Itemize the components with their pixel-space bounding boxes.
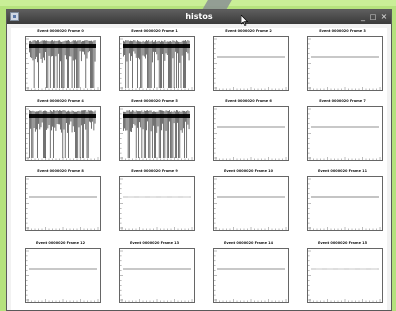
histogram-plot bbox=[308, 250, 381, 302]
histogram-panel[interactable]: Event 0000020 Frame 15 bbox=[297, 240, 388, 310]
histogram-frame bbox=[119, 106, 195, 161]
panel-title: Event 0000020 Frame 10 bbox=[223, 169, 274, 173]
panel-title: Event 0000020 Frame 0 bbox=[37, 29, 84, 33]
histogram-panel[interactable]: Event 0000020 Frame 13 bbox=[109, 240, 200, 310]
histogram-frame bbox=[25, 248, 101, 303]
histogram-frame bbox=[25, 36, 101, 91]
histogram-panel[interactable]: Event 0000020 Frame 7 bbox=[297, 98, 388, 168]
histogram-panel[interactable]: Event 0000020 Frame 1 bbox=[109, 28, 200, 98]
panel-title: Event 0000020 Frame 5 bbox=[131, 99, 178, 103]
histogram-panel[interactable]: Event 0000020 Frame 3 bbox=[297, 28, 388, 98]
histogram-plot bbox=[120, 250, 193, 302]
panel-title: Event 0000020 Frame 4 bbox=[37, 99, 84, 103]
histogram-frame bbox=[307, 36, 383, 91]
histogram-panel[interactable]: Event 0000020 Frame 8 bbox=[15, 168, 106, 238]
histogram-plot bbox=[308, 178, 381, 230]
panel-title: Event 0000020 Frame 3 bbox=[319, 29, 366, 33]
histogram-plot bbox=[308, 38, 381, 90]
histogram-frame bbox=[213, 248, 289, 303]
histogram-canvas[interactable]: Event 0000020 Frame 0 Event 0000020 Frame… bbox=[11, 28, 388, 310]
histogram-plot bbox=[120, 178, 193, 230]
histogram-plot bbox=[214, 108, 287, 160]
histogram-panel[interactable]: Event 0000020 Frame 0 bbox=[15, 28, 106, 98]
panel-title: Event 0000020 Frame 7 bbox=[319, 99, 366, 103]
panel-title: Event 0000020 Frame 6 bbox=[225, 99, 272, 103]
panel-title: Event 0000020 Frame 2 bbox=[225, 29, 272, 33]
histogram-panel[interactable]: Event 0000020 Frame 2 bbox=[203, 28, 294, 98]
histogram-plot bbox=[308, 108, 381, 160]
histogram-panel[interactable]: Event 0000020 Frame 11 bbox=[297, 168, 388, 238]
histogram-frame bbox=[119, 176, 195, 231]
histogram-panel[interactable]: Event 0000020 Frame 6 bbox=[203, 98, 294, 168]
histogram-plot bbox=[26, 108, 99, 160]
histos-window: histos _ □ × Event 0000020 Frame 0 Event … bbox=[6, 9, 392, 311]
histogram-panel[interactable]: Event 0000020 Frame 5 bbox=[109, 98, 200, 168]
histogram-plot bbox=[214, 38, 287, 90]
cursor-arrow-icon bbox=[241, 15, 249, 26]
panel-title: Event 0000020 Frame 12 bbox=[35, 241, 86, 245]
histogram-frame bbox=[25, 106, 101, 161]
histogram-frame bbox=[307, 248, 383, 303]
window-title: histos bbox=[185, 12, 213, 21]
histogram-frame bbox=[213, 36, 289, 91]
histogram-plot bbox=[120, 38, 193, 90]
histogram-plot bbox=[214, 178, 287, 230]
histogram-frame bbox=[119, 36, 195, 91]
histogram-frame bbox=[213, 176, 289, 231]
histogram-frame bbox=[119, 248, 195, 303]
desktop-background-highlight bbox=[0, 0, 396, 6]
panel-title: Event 0000020 Frame 15 bbox=[317, 241, 368, 245]
panel-title: Event 0000020 Frame 9 bbox=[131, 169, 178, 173]
panel-title: Event 0000020 Frame 8 bbox=[37, 169, 84, 173]
close-button[interactable]: × bbox=[379, 11, 389, 23]
histogram-plot bbox=[26, 250, 99, 302]
histogram-frame bbox=[307, 176, 383, 231]
histogram-plot bbox=[26, 38, 99, 90]
histogram-plot bbox=[214, 250, 287, 302]
minimize-button[interactable]: _ bbox=[358, 11, 368, 23]
maximize-button[interactable]: □ bbox=[368, 11, 378, 23]
histogram-panel[interactable]: Event 0000020 Frame 9 bbox=[109, 168, 200, 238]
histogram-panel[interactable]: Event 0000020 Frame 12 bbox=[15, 240, 106, 310]
histogram-plot bbox=[26, 178, 99, 230]
histogram-plot bbox=[120, 108, 193, 160]
panel-title: Event 0000020 Frame 13 bbox=[129, 241, 180, 245]
title-bar[interactable]: histos _ □ × bbox=[7, 10, 391, 24]
panel-title: Event 0000020 Frame 14 bbox=[223, 241, 274, 245]
histogram-frame bbox=[307, 106, 383, 161]
histogram-frame bbox=[25, 176, 101, 231]
panel-title: Event 0000020 Frame 11 bbox=[317, 169, 368, 173]
histogram-frame bbox=[213, 106, 289, 161]
histogram-panel[interactable]: Event 0000020 Frame 4 bbox=[15, 98, 106, 168]
histogram-panel[interactable]: Event 0000020 Frame 10 bbox=[203, 168, 294, 238]
panel-title: Event 0000020 Frame 1 bbox=[131, 29, 178, 33]
histogram-panel[interactable]: Event 0000020 Frame 14 bbox=[203, 240, 294, 310]
